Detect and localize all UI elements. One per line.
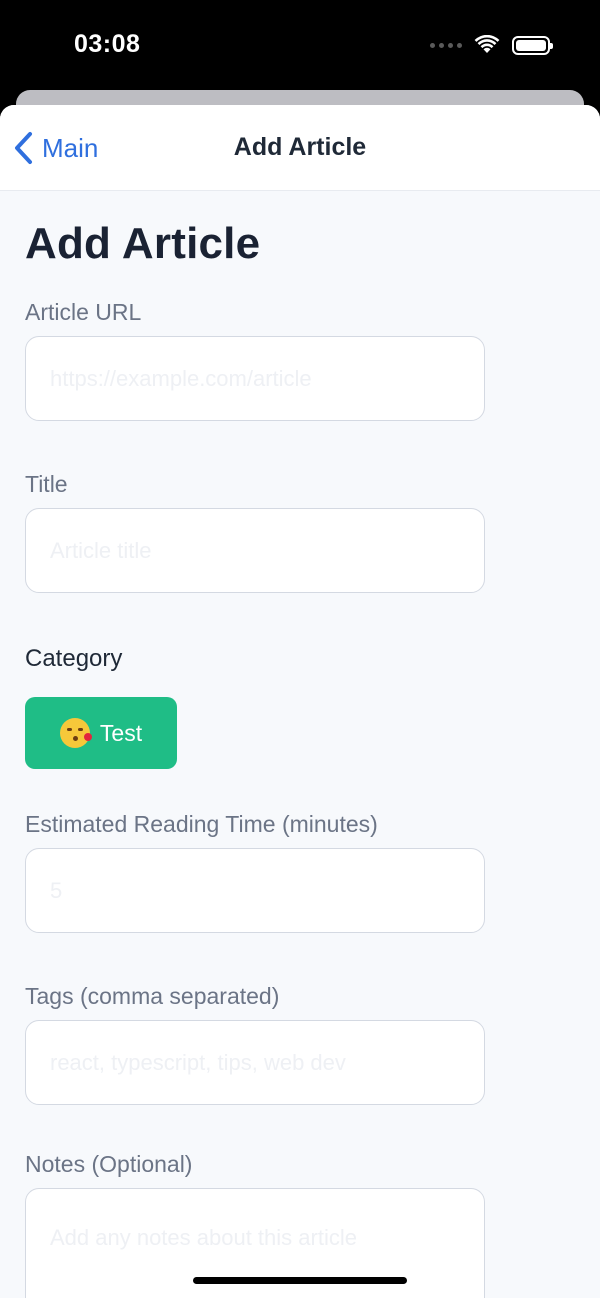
page-title: Add Article — [25, 219, 261, 268]
category-chip-test[interactable]: Test — [25, 697, 177, 769]
wifi-icon — [474, 35, 500, 53]
status-bar: 03:08 — [0, 0, 600, 90]
form-content: Add Article Article URL Title Category T… — [0, 219, 600, 1298]
reading-time-label: Estimated Reading Time (minutes) — [25, 811, 378, 837]
modal-sheet: Main Add Article Add Article Article URL… — [0, 105, 600, 1298]
status-icons — [430, 33, 553, 57]
title-label: Title — [25, 471, 68, 497]
url-input[interactable] — [25, 336, 485, 421]
home-indicator — [193, 1277, 407, 1284]
battery-icon — [512, 35, 553, 55]
reading-time-field-group: Estimated Reading Time (minutes) — [25, 811, 575, 933]
title-field-group: Title — [25, 471, 575, 593]
url-label: Article URL — [25, 299, 142, 325]
category-chip-label: Test — [99, 719, 143, 746]
url-field-group: Article URL — [25, 299, 575, 421]
reading-time-input[interactable] — [25, 848, 485, 933]
tags-field-group: Tags (comma separated) — [25, 983, 575, 1105]
nav-title: Add Article — [233, 133, 367, 161]
tags-input[interactable] — [25, 1020, 485, 1105]
notes-field-group: Notes (Optional) — [25, 1151, 575, 1298]
notes-label: Notes (Optional) — [25, 1151, 193, 1177]
category-field-group: Category Test — [25, 645, 575, 769]
navigation-bar: Main Add Article — [0, 105, 600, 191]
category-label: Category — [25, 645, 123, 672]
status-time: 03:08 — [74, 30, 141, 58]
tags-label: Tags (comma separated) — [25, 983, 280, 1009]
cellular-signal-icon — [430, 42, 462, 48]
kissing-face-emoji-icon — [59, 718, 92, 748]
title-input[interactable] — [25, 508, 485, 593]
